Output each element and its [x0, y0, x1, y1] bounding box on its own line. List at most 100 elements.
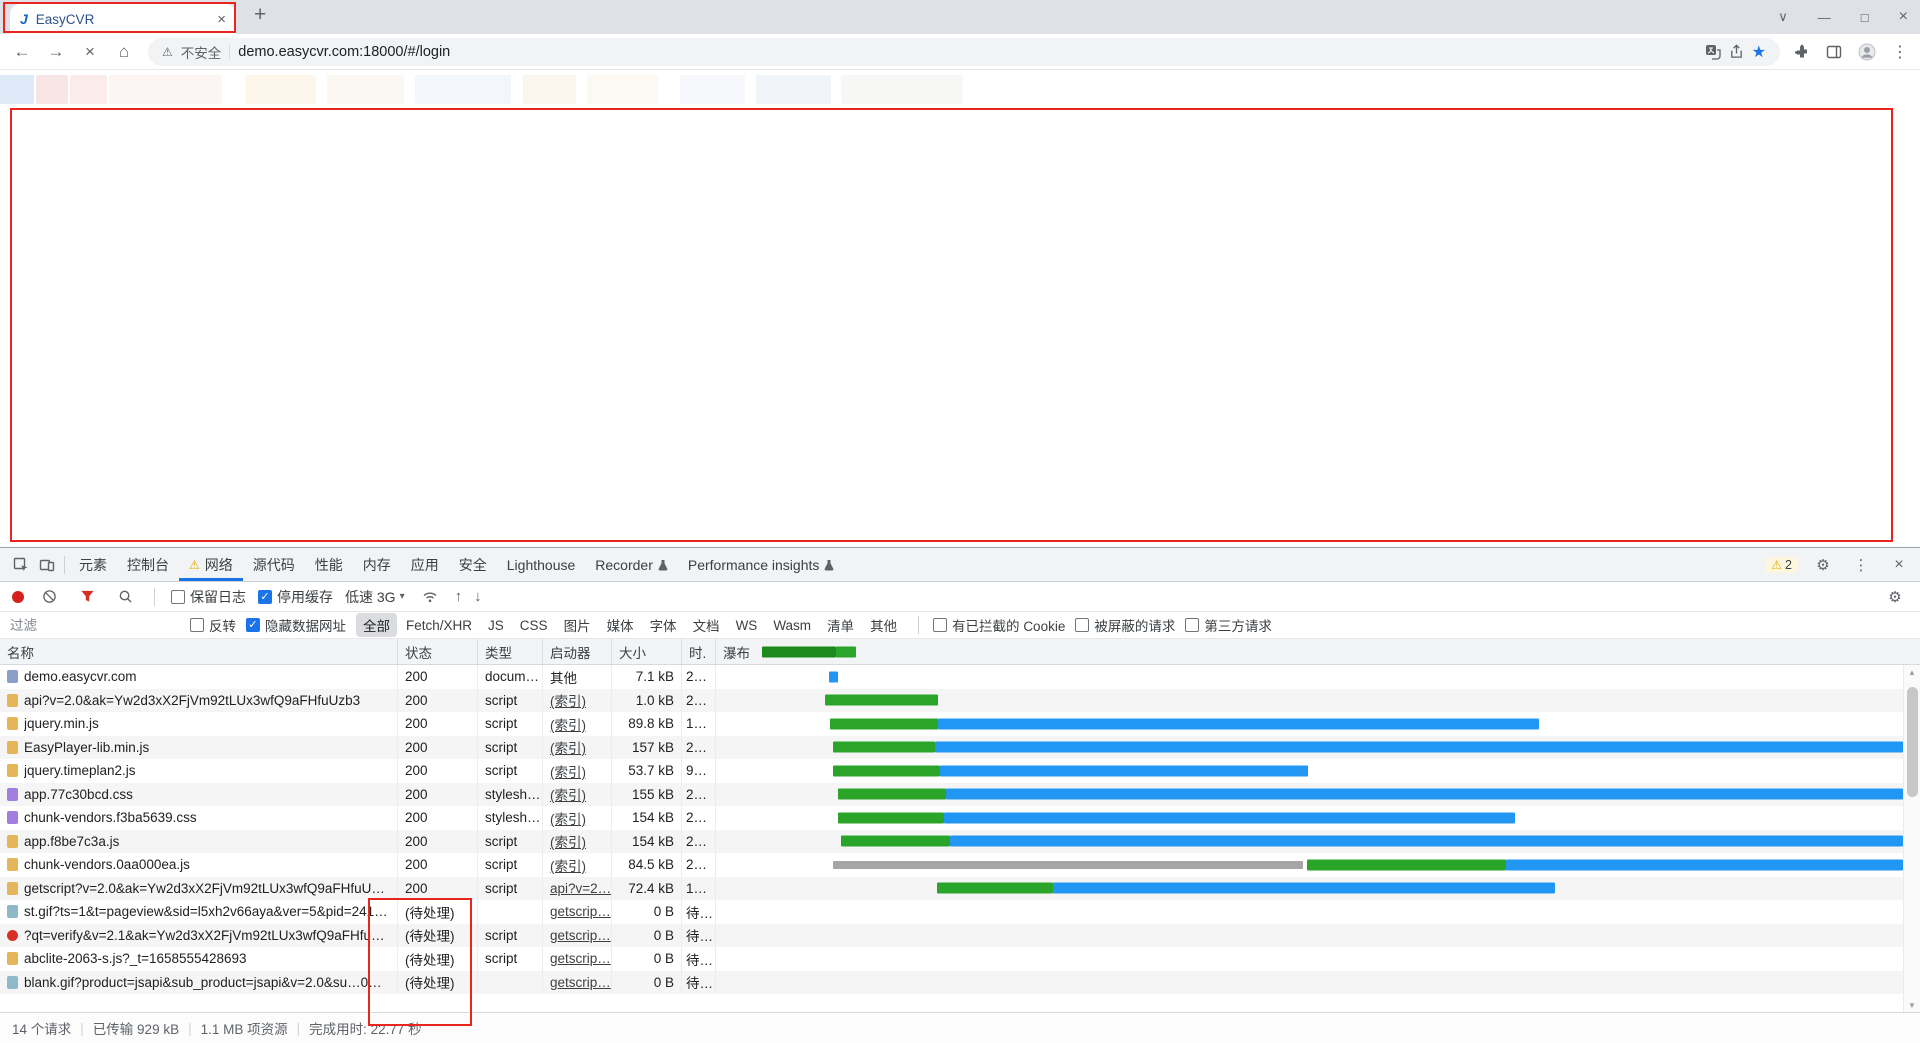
initiator-link[interactable]: (索引) — [550, 831, 586, 851]
browser-menu-dots-icon[interactable]: ⋮ — [1892, 42, 1908, 62]
stop-loading-button[interactable]: × — [80, 42, 100, 62]
translate-icon[interactable] — [1705, 44, 1721, 60]
initiator-link[interactable]: (索引) — [550, 690, 586, 710]
disable-cache-toggle[interactable]: ✓ 停用缓存 — [258, 587, 333, 607]
devtools-tab-memory[interactable]: 内存 — [353, 548, 401, 581]
export-har-icon[interactable]: ↓ — [474, 588, 482, 605]
search-icon[interactable] — [112, 584, 138, 610]
initiator-link[interactable]: getscrip… — [550, 975, 611, 990]
devtools-settings-gear-icon[interactable]: ⚙ — [1810, 552, 1836, 578]
bookmark-star-icon[interactable]: ★ — [1752, 42, 1766, 62]
table-row[interactable]: abclite-2063-s.js?_t=1658555428693 (待处理) s… — [0, 947, 1920, 971]
filter-chip[interactable]: Wasm — [766, 616, 818, 635]
network-conditions-icon[interactable] — [417, 584, 443, 610]
column-header-waterfall[interactable]: 瀑布 — [716, 639, 1920, 664]
disable-cache-checkbox[interactable]: ✓ — [258, 589, 272, 604]
tab-close-icon[interactable]: × — [217, 11, 226, 28]
filter-funnel-icon[interactable] — [74, 584, 100, 610]
extensions-puzzle-icon[interactable] — [1794, 44, 1810, 60]
initiator-link[interactable]: (索引) — [550, 808, 586, 828]
table-row[interactable]: ?qt=verify&v=2.1&ak=Yw2d3xX2FjVm92tLUx3w… — [0, 923, 1920, 947]
table-row[interactable]: chunk-vendors.0aa000ea.js 200 script (索引) 84… — [0, 853, 1920, 877]
invert-toggle[interactable]: 反转 — [190, 615, 236, 635]
filter-chip[interactable]: 字体 — [643, 613, 684, 637]
table-row[interactable]: st.gif?ts=1&t=pageview&sid=l5xh2v66aya&v… — [0, 900, 1920, 924]
filter-chip[interactable]: 媒体 — [600, 613, 641, 637]
table-row[interactable]: api?v=2.0&ak=Yw2d3xX2FjVm92tLUx3wfQ9aFHf… — [0, 688, 1920, 712]
column-header-type[interactable]: 类型 — [478, 639, 543, 664]
initiator-link[interactable]: (索引) — [550, 855, 586, 875]
devtools-close-icon[interactable]: × — [1886, 552, 1912, 578]
clear-icon[interactable] — [36, 584, 62, 610]
device-toolbar-icon[interactable] — [34, 552, 60, 578]
throttling-select[interactable]: 低速 3G ▾ — [345, 587, 405, 607]
hide-data-urls-toggle[interactable]: ✓ 隐藏数据网址 — [246, 615, 346, 635]
initiator-link[interactable]: getscrip… — [550, 951, 611, 966]
issues-warning-badge[interactable]: ⚠ 2 — [1765, 556, 1798, 573]
scrollbar-thumb[interactable] — [1907, 687, 1918, 797]
initiator-link[interactable]: (索引) — [550, 784, 586, 804]
devtools-menu-dots-icon[interactable]: ⋮ — [1848, 552, 1874, 578]
table-scrollbar[interactable]: ▲ ▼ — [1903, 665, 1920, 1013]
scroll-down-icon[interactable]: ▼ — [1908, 1001, 1916, 1010]
hide-data-urls-checkbox[interactable]: ✓ — [246, 618, 260, 632]
table-row[interactable]: demo.easycvr.com 200 docum… 其他 7.1 kB 2… — [0, 665, 1920, 689]
devtools-tab-sources[interactable]: 源代码 — [243, 548, 305, 581]
window-maximize-button[interactable]: □ — [1861, 10, 1869, 25]
blocked-requests-toggle[interactable]: 被屏蔽的请求 — [1075, 615, 1175, 635]
filter-input[interactable] — [10, 617, 180, 633]
filter-chip[interactable]: 全部 — [356, 613, 397, 637]
initiator-link[interactable]: api?v=2… — [550, 881, 611, 896]
table-row[interactable]: jquery.timeplan2.js 200 script (索引) 53.7 kB 9… — [0, 759, 1920, 783]
filter-chip[interactable]: 图片 — [557, 613, 598, 637]
devtools-tab-performance[interactable]: 性能 — [305, 548, 353, 581]
initiator-link[interactable]: (索引) — [550, 714, 586, 734]
initiator-link[interactable]: getscrip… — [550, 928, 611, 943]
devtools-tab-application[interactable]: 应用 — [401, 548, 449, 581]
filter-chip[interactable]: 其他 — [863, 613, 904, 637]
filter-chip[interactable]: WS — [729, 616, 765, 635]
tab-search-chevron-icon[interactable]: ∨ — [1778, 9, 1788, 25]
devtools-tab-recorder[interactable]: Recorder — [585, 548, 678, 581]
filter-chip[interactable]: JS — [481, 616, 511, 635]
security-warning-icon[interactable]: ⚠ — [162, 45, 173, 59]
devtools-tab-lighthouse[interactable]: Lighthouse — [497, 548, 586, 581]
table-row[interactable]: getscript?v=2.0&ak=Yw2d3xX2FjVm92tLUx3wf… — [0, 876, 1920, 900]
import-har-icon[interactable]: ↑ — [455, 588, 463, 605]
record-button[interactable] — [12, 590, 24, 603]
preserve-log-checkbox[interactable] — [171, 589, 185, 604]
initiator-link[interactable]: getscrip… — [550, 904, 611, 919]
blocked-cookies-toggle[interactable]: 有已拦截的 Cookie — [933, 615, 1065, 635]
column-header-size[interactable]: 大小 — [612, 639, 682, 664]
devtools-tab-elements[interactable]: 元素 — [69, 548, 117, 581]
window-minimize-button[interactable]: — — [1818, 10, 1831, 25]
filter-chip[interactable]: CSS — [513, 616, 555, 635]
scroll-up-icon[interactable]: ▲ — [1908, 668, 1916, 677]
column-header-name[interactable]: 名称 — [0, 639, 398, 664]
filter-chip[interactable]: 文档 — [686, 613, 727, 637]
table-row[interactable]: jquery.min.js 200 script (索引) 89.8 kB 1… — [0, 712, 1920, 736]
share-icon[interactable] — [1729, 44, 1744, 59]
table-row[interactable]: blank.gif?product=jsapi&sub_product=jsap… — [0, 970, 1920, 994]
window-close-button[interactable]: × — [1899, 8, 1908, 26]
third-party-checkbox[interactable] — [1185, 618, 1200, 632]
third-party-toggle[interactable]: 第三方请求 — [1185, 615, 1272, 635]
back-button[interactable]: ← — [12, 42, 32, 62]
devtools-tab-security[interactable]: 安全 — [449, 548, 497, 581]
table-row[interactable]: app.77c30bcd.css 200 stylesh… (索引) 155 kB 2… — [0, 782, 1920, 806]
browser-tab[interactable]: J EasyCVR × — [10, 4, 236, 34]
profile-avatar-icon[interactable] — [1858, 43, 1876, 61]
new-tab-button[interactable]: + — [254, 3, 266, 27]
invert-checkbox[interactable] — [190, 618, 204, 632]
filter-chip[interactable]: 清单 — [820, 613, 861, 637]
forward-button[interactable]: → — [46, 42, 66, 62]
address-bar[interactable]: ⚠ 不安全 demo.easycvr.com:18000/#/login ★ — [148, 37, 1780, 66]
home-button[interactable]: ⌂ — [114, 42, 134, 62]
blocked-cookies-checkbox[interactable] — [933, 618, 948, 632]
table-row[interactable]: EasyPlayer-lib.min.js 200 script (索引) 157 kB… — [0, 735, 1920, 759]
filter-chip[interactable]: Fetch/XHR — [399, 616, 479, 635]
devtools-tab-network[interactable]: ⚠ 网络 — [179, 548, 243, 581]
side-panel-icon[interactable] — [1826, 44, 1842, 60]
preserve-log-toggle[interactable]: 保留日志 — [171, 587, 246, 607]
column-header-initiator[interactable]: 启动器 — [543, 639, 612, 664]
